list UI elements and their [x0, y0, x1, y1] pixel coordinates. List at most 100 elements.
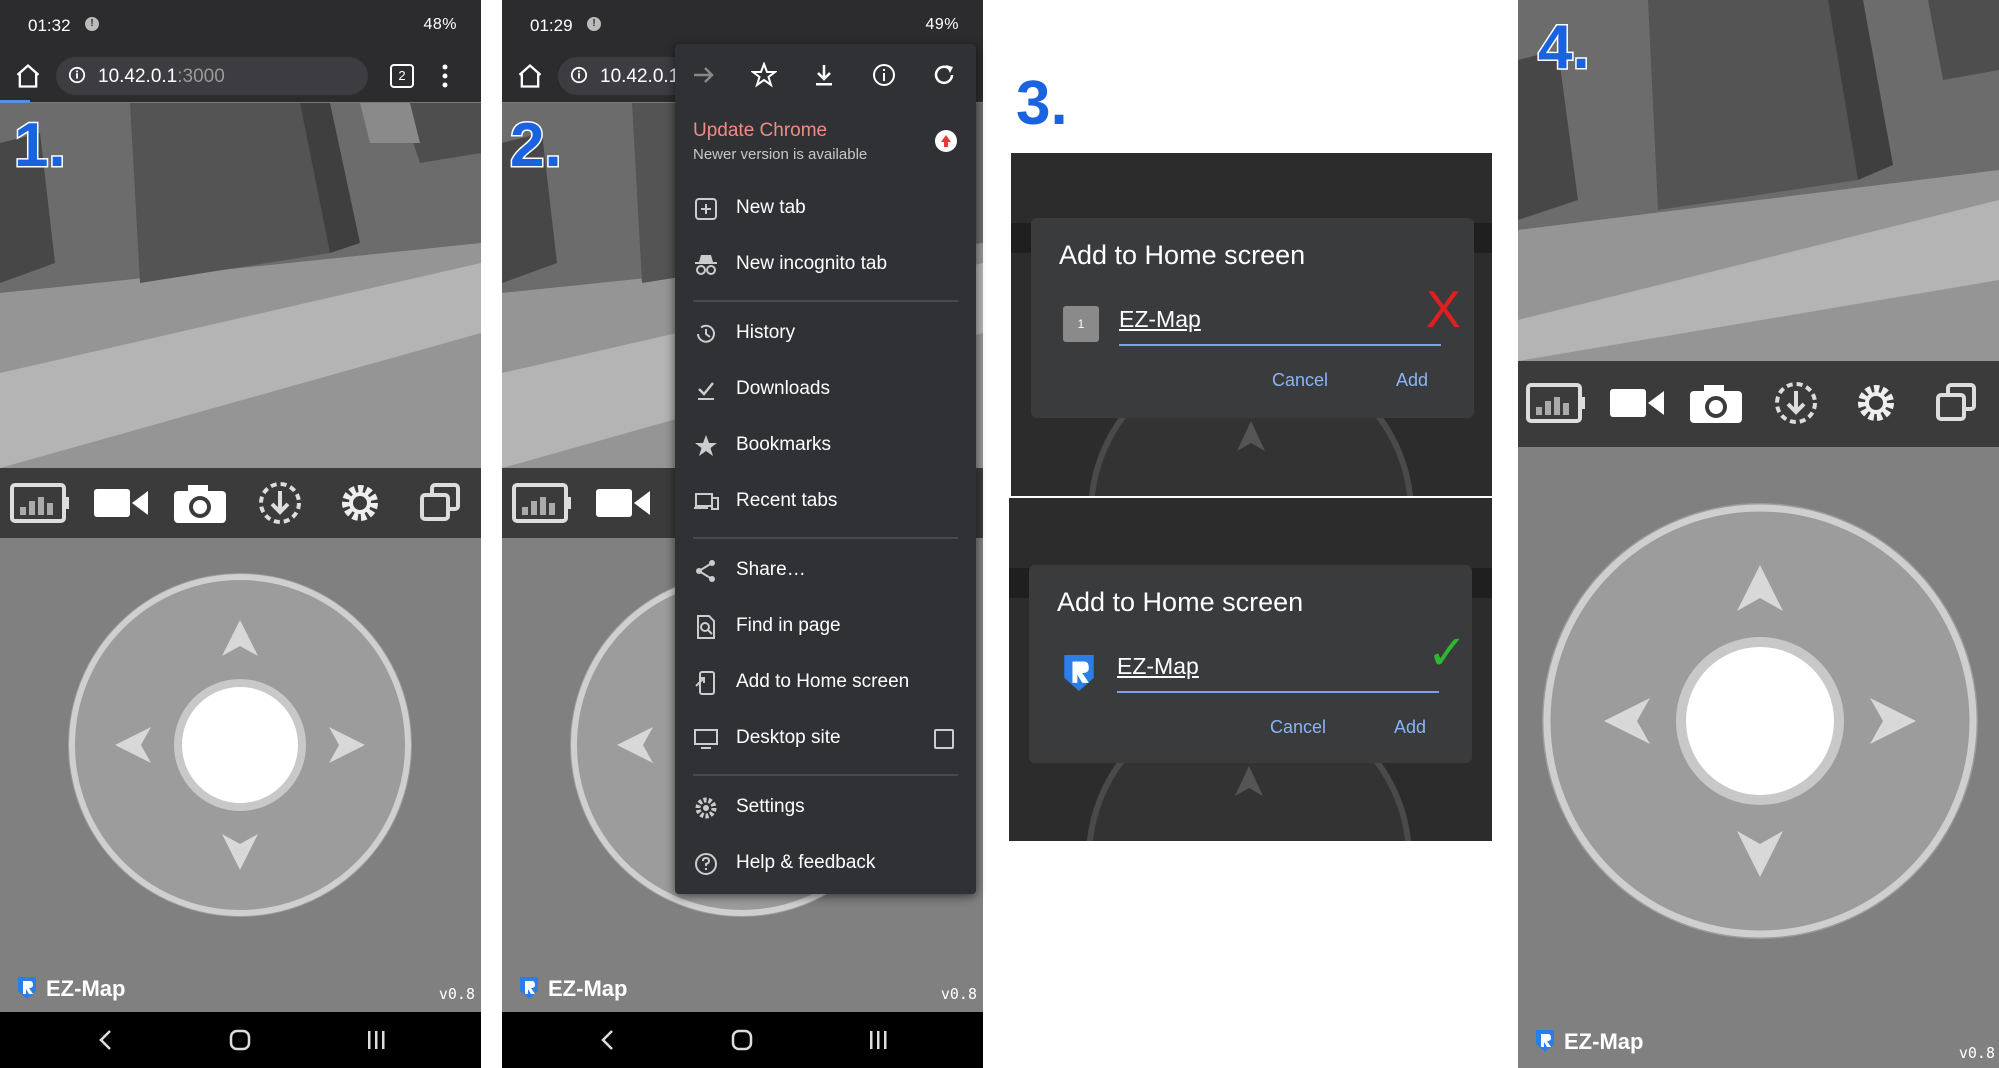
- info-icon[interactable]: [871, 62, 897, 88]
- menu-item-label: New tab: [736, 197, 806, 218]
- menu-item-history[interactable]: History: [675, 309, 976, 359]
- star-icon[interactable]: [751, 62, 777, 88]
- history-icon: [697, 324, 715, 343]
- dialog-title: Add to Home screen: [1057, 587, 1304, 617]
- add-button[interactable]: Add: [1394, 717, 1426, 738]
- battery-percent: 48%: [423, 16, 457, 33]
- home-icon[interactable]: [516, 62, 544, 90]
- devices-icon: [694, 493, 719, 510]
- android-nav-bar: [502, 1012, 983, 1068]
- copy-icon[interactable]: [410, 481, 470, 525]
- correct-mark: ✓: [1427, 625, 1468, 681]
- update-chrome-item[interactable]: Update Chrome Newer version is available: [693, 120, 867, 163]
- input-underline: [1119, 344, 1441, 346]
- app-toolbar: [1518, 361, 1999, 447]
- tab-count-button[interactable]: 2: [390, 64, 414, 88]
- step-number-1: 1.: [13, 110, 68, 182]
- brand-name: EZ-Map: [46, 976, 126, 1001]
- add-home-icon: [695, 671, 715, 695]
- menu-item-label: Share…: [736, 559, 806, 580]
- brand-name: EZ-Map: [1564, 1029, 1644, 1054]
- 3d-camera-view[interactable]: [0, 103, 481, 468]
- new-tab-icon: [695, 198, 717, 220]
- back-icon[interactable]: [96, 1028, 116, 1052]
- menu-item-find-in-page[interactable]: Find in page: [675, 602, 976, 652]
- menu-item-new-tab[interactable]: New tab: [675, 184, 976, 234]
- add-button[interactable]: Add: [1396, 370, 1428, 391]
- share-icon: [696, 560, 715, 582]
- menu-divider: [693, 774, 958, 776]
- download-circle-icon[interactable]: [250, 481, 310, 525]
- menu-item-downloads[interactable]: Downloads: [675, 365, 976, 415]
- battery-bars-icon[interactable]: [1526, 381, 1586, 425]
- copy-icon[interactable]: [1926, 381, 1986, 425]
- update-chrome-title: Update Chrome: [693, 120, 828, 141]
- battery-bars-icon[interactable]: [10, 481, 70, 525]
- menu-item-label: Add to Home screen: [736, 671, 910, 692]
- shortcut-name-input[interactable]: EZ-Map: [1119, 306, 1201, 333]
- dialog-title: Add to Home screen: [1059, 240, 1306, 270]
- download-icon[interactable]: [811, 62, 837, 88]
- incorrect-mark: X: [1426, 281, 1461, 339]
- menu-item-settings[interactable]: Settings: [675, 783, 976, 833]
- home-nav-icon[interactable]: [228, 1028, 252, 1052]
- back-icon[interactable]: [598, 1028, 618, 1052]
- shortcut-name-input[interactable]: EZ-Map: [1117, 653, 1199, 680]
- ez-map-logo-icon: [18, 977, 36, 999]
- address-bar[interactable]: 10.42.0.1:3000: [56, 57, 368, 95]
- menu-item-label: Bookmarks: [736, 434, 832, 455]
- cancel-button[interactable]: Cancel: [1272, 370, 1328, 391]
- menu-icon-row: [675, 44, 976, 104]
- recents-icon[interactable]: [364, 1028, 388, 1052]
- menu-item-label: Settings: [736, 796, 805, 817]
- battery-bars-icon[interactable]: [512, 481, 572, 525]
- camera-icon[interactable]: [170, 481, 230, 525]
- home-icon[interactable]: [14, 62, 42, 90]
- gear-icon[interactable]: [1846, 381, 1906, 425]
- menu-item-label: Help & feedback: [736, 852, 876, 873]
- menu-item-label: Downloads: [736, 378, 830, 399]
- 3d-camera-view[interactable]: [1518, 0, 1999, 361]
- find-icon: [697, 615, 715, 639]
- menu-item-recent-tabs[interactable]: Recent tabs: [675, 477, 976, 527]
- recents-icon[interactable]: [866, 1028, 890, 1052]
- forward-icon[interactable]: [691, 62, 717, 88]
- info-icon[interactable]: [570, 66, 588, 84]
- app-brand: EZ-Map: [1534, 1028, 1643, 1055]
- joystick-area: [0, 538, 481, 1012]
- joystick[interactable]: [1518, 447, 1999, 1068]
- status-time: 01:29: [530, 16, 573, 35]
- home-nav-icon[interactable]: [730, 1028, 754, 1052]
- ez-map-logo-icon: [1536, 1030, 1554, 1052]
- dialog-screenshot-bad-icon: Add to Home screen 1 EZ-Map X Cancel Add: [1011, 153, 1492, 496]
- app-toolbar: [0, 468, 481, 538]
- browser-toolbar: 10.42.0.1:3000 2: [0, 52, 481, 102]
- menu-item-desktop-site[interactable]: Desktop site: [675, 714, 976, 764]
- notification-icon: !: [587, 17, 601, 31]
- url-host: 10.42.0.1: [600, 66, 680, 87]
- menu-item-label: Find in page: [736, 615, 841, 636]
- desktop-site-checkbox[interactable]: [934, 729, 954, 749]
- step-number-2: 2.: [509, 110, 564, 182]
- joystick[interactable]: [0, 538, 481, 1012]
- menu-item-new-incognito-tab[interactable]: New incognito tab: [675, 240, 976, 290]
- info-icon[interactable]: [68, 66, 86, 84]
- menu-item-help-feedback[interactable]: Help & feedback: [675, 839, 976, 889]
- version-label: v0.8: [438, 985, 475, 1003]
- menu-item-bookmarks[interactable]: Bookmarks: [675, 421, 976, 471]
- more-menu-icon[interactable]: [440, 62, 450, 90]
- video-camera-icon[interactable]: [1606, 381, 1666, 425]
- downloads-icon: [698, 382, 714, 400]
- video-camera-icon[interactable]: [592, 481, 652, 525]
- menu-item-add-to-home-screen[interactable]: Add to Home screen: [675, 658, 976, 708]
- menu-item-share[interactable]: Share…: [675, 546, 976, 596]
- video-camera-icon[interactable]: [90, 481, 150, 525]
- cancel-button[interactable]: Cancel: [1270, 717, 1326, 738]
- camera-icon[interactable]: [1686, 381, 1746, 425]
- incognito-icon: [695, 255, 717, 275]
- download-circle-icon[interactable]: [1766, 381, 1826, 425]
- gear-icon[interactable]: [330, 481, 390, 525]
- notification-icon: !: [85, 17, 99, 31]
- refresh-icon[interactable]: [931, 62, 957, 88]
- phone-screenshot-4: EZ-Map v0.8 4.: [1518, 0, 1999, 1068]
